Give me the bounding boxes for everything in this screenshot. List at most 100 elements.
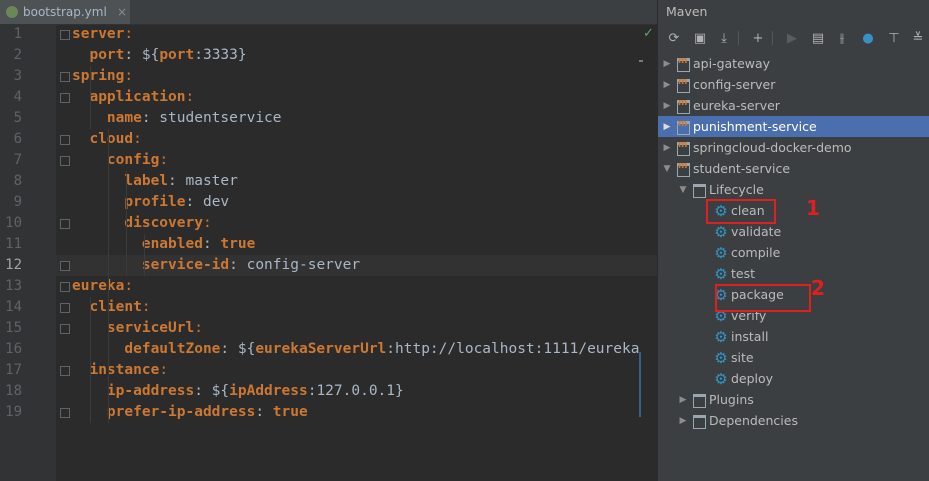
code-token: defaultZone <box>72 341 221 357</box>
project-eureka-server[interactable]: ▶ eureka-server <box>658 95 929 116</box>
refresh-icon[interactable]: ⟳ <box>664 28 684 48</box>
expand-arrow-icon[interactable]: ▶ <box>678 395 688 405</box>
code-token: :3333} <box>194 47 247 63</box>
code-line: cloud: <box>72 129 141 150</box>
code-line: server: <box>72 24 133 45</box>
toggle-offline-icon[interactable]: ⫲ <box>832 28 852 48</box>
maven-module-icon <box>676 140 690 156</box>
fold-marker-icon[interactable] <box>60 303 70 313</box>
fold-marker-icon[interactable] <box>60 282 70 292</box>
annotation-mark-1: 1 <box>806 196 820 220</box>
code-token: true <box>220 236 256 252</box>
goal-compile[interactable]: ⚙ compile <box>658 242 929 263</box>
expand-arrow-icon[interactable]: ▶ <box>662 122 672 132</box>
indent-guide <box>126 171 127 276</box>
reimport-icon[interactable]: ▣ <box>690 28 710 48</box>
line-number: 9 <box>13 194 22 210</box>
project-config-server[interactable]: ▶ config-server <box>658 74 929 95</box>
line-number: 19 <box>5 404 22 420</box>
code-token: :127.0.0.1} <box>307 383 404 399</box>
expand-arrow-icon[interactable]: ▶ <box>662 101 672 111</box>
code-token: : <box>124 68 134 84</box>
goal-site[interactable]: ⚙ site <box>658 347 929 368</box>
fold-marker-icon[interactable] <box>60 366 70 376</box>
line-number: 16 <box>5 341 22 357</box>
execute-goal-icon[interactable]: ▤ <box>808 28 828 48</box>
code-token: config <box>72 152 160 168</box>
code-token: : ${ <box>194 383 230 399</box>
editor-pane: bootstrap.yml × 1 2 3 4 5 6 7 8 9 10 11 12 13 14 15 16 1… <box>0 0 657 481</box>
code-token: name <box>72 110 142 126</box>
code-token: service-id <box>72 257 230 273</box>
tree-item-label: deploy <box>731 371 774 386</box>
tree-item-label: api-gateway <box>693 56 771 71</box>
fold-marker-icon[interactable] <box>60 72 70 82</box>
code-token: : <box>255 404 273 420</box>
expand-arrow-open-icon[interactable]: ▼ <box>662 164 672 174</box>
run-icon[interactable]: ▶ <box>782 28 802 48</box>
code-line: port: ${port:3333} <box>72 45 247 66</box>
toolbar-separator <box>738 31 739 45</box>
expand-arrow-open-icon[interactable]: ▼ <box>678 185 688 195</box>
annotation-box-clean <box>706 199 776 224</box>
line-number: 4 <box>13 89 22 105</box>
maven-goal-gear-icon: ⚙ <box>714 369 728 388</box>
expand-arrow-icon[interactable]: ▶ <box>662 143 672 153</box>
fold-marker-icon[interactable] <box>60 408 70 418</box>
fold-marker-icon[interactable] <box>60 135 70 145</box>
fold-marker-icon[interactable] <box>60 93 70 103</box>
project-api-gateway[interactable]: ▶ api-gateway <box>658 53 929 74</box>
lifecycle-node[interactable]: ▼ Lifecycle <box>658 179 929 200</box>
code-token: client <box>72 299 142 315</box>
line-number: 11 <box>5 236 22 252</box>
editor-tab-bar: bootstrap.yml × <box>0 0 657 25</box>
code-token: prefer-ip-address <box>72 404 256 420</box>
expand-arrow-icon[interactable]: ▶ <box>662 80 672 90</box>
line-number: 5 <box>13 110 22 126</box>
tab-label: bootstrap.yml <box>23 5 107 19</box>
code-line: defaultZone: ${eurekaServerUrl:http://lo… <box>72 339 639 360</box>
line-number-gutter: 1 2 3 4 5 6 7 8 9 10 11 12 13 14 15 16 17 18 19 <box>0 24 56 481</box>
project-student-service[interactable]: ▼ student-service <box>658 158 929 179</box>
code-token: : ${ <box>124 47 160 63</box>
goal-install[interactable]: ⚙ install <box>658 326 929 347</box>
line-number: 15 <box>5 320 22 336</box>
fold-marker-icon[interactable] <box>60 324 70 334</box>
scroll-marker <box>639 60 643 62</box>
tab-bootstrap-yml[interactable]: bootstrap.yml × <box>0 0 130 24</box>
tree-item-label: config-server <box>693 77 776 92</box>
maven-goal-gear-icon: ⚙ <box>714 348 728 367</box>
download-icon[interactable]: ⤓ <box>714 28 734 48</box>
skip-tests-icon[interactable]: ● <box>858 28 878 48</box>
close-icon[interactable]: × <box>114 5 130 19</box>
fold-marker-icon[interactable] <box>60 156 70 166</box>
goal-clean[interactable]: ⚙ clean <box>658 200 929 221</box>
fold-marker-icon[interactable] <box>60 261 70 271</box>
expand-arrow-icon[interactable]: ▶ <box>678 416 688 426</box>
folder-icon <box>692 183 706 198</box>
project-springcloud-docker-demo[interactable]: ▶ springcloud-docker-demo <box>658 137 929 158</box>
code-token: : <box>202 215 212 231</box>
maven-tool-window: Maven ⟳ ▣⤓ + ▶ ▤⫲ ● ⊤≚ ▶ api-gateway ▶ config-ser… <box>657 0 929 481</box>
folder-icon <box>692 414 706 429</box>
indent-guide <box>144 234 145 276</box>
dependencies-node[interactable]: ▶ Dependencies <box>658 410 929 431</box>
line-number: 1 <box>13 26 22 42</box>
goal-test[interactable]: ⚙ test <box>658 263 929 284</box>
line-number: 14 <box>5 299 22 315</box>
line-number: 17 <box>5 362 22 378</box>
fold-marker-icon[interactable] <box>60 219 70 229</box>
settings-icon[interactable]: ≚ <box>908 28 928 48</box>
goal-validate[interactable]: ⚙ validate <box>658 221 929 242</box>
goal-deploy[interactable]: ⚙ deploy <box>658 368 929 389</box>
code-token: discovery <box>72 215 203 231</box>
expand-arrow-icon[interactable]: ▶ <box>662 59 672 69</box>
code-token: enabled <box>72 236 203 252</box>
toolbar-separator <box>772 31 773 45</box>
code-token: profile <box>72 194 186 210</box>
project-punishment-service[interactable]: ▶ punishment-service <box>658 116 929 137</box>
plugins-node[interactable]: ▶ Plugins <box>658 389 929 410</box>
fold-marker-icon[interactable] <box>60 30 70 40</box>
add-icon[interactable]: + <box>748 28 768 48</box>
collapse-all-icon[interactable]: ⊤ <box>884 28 904 48</box>
